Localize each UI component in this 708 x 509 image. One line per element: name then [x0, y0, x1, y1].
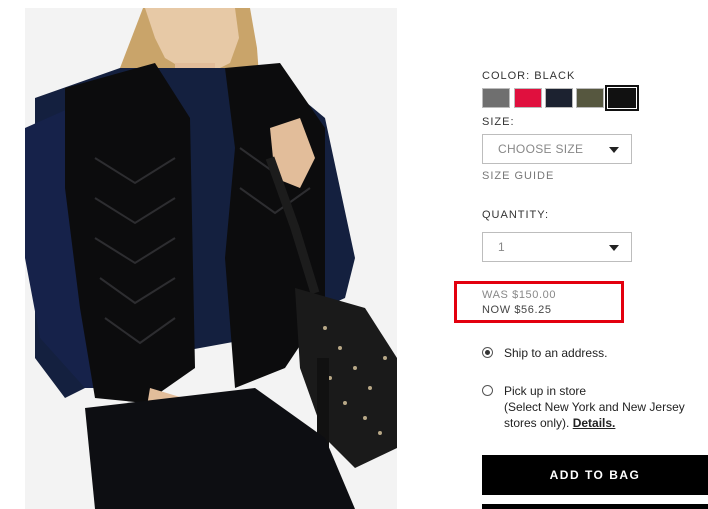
swatch-olive[interactable] [576, 88, 604, 108]
product-photo-illustration [25, 8, 397, 509]
pickup-label: Pick up in store [504, 384, 587, 398]
quantity-select-value: 1 [498, 240, 505, 254]
price-now: NOW $56.25 [482, 304, 552, 316]
quantity-label: QUANTITY: [482, 209, 550, 221]
price-was: WAS $150.00 [482, 289, 557, 301]
pickup-option-text: Pick up in store (Select New York and Ne… [504, 383, 704, 431]
details-link[interactable]: Details. [573, 416, 616, 430]
pickup-radio[interactable] [482, 385, 493, 396]
size-select-value: CHOOSE SIZE [498, 142, 584, 156]
swatch-grey[interactable] [482, 88, 510, 108]
ship-option-label: Ship to an address. [504, 346, 608, 360]
secondary-button[interactable] [482, 504, 708, 509]
ship-radio[interactable] [482, 347, 493, 358]
size-guide-link[interactable]: SIZE GUIDE [482, 170, 554, 182]
quantity-select[interactable]: 1 [482, 232, 632, 262]
product-image[interactable] [25, 8, 397, 509]
color-label: COLOR: BLACK [482, 70, 576, 82]
chevron-down-icon [609, 147, 619, 153]
swatch-navy[interactable] [545, 88, 573, 108]
size-select[interactable]: CHOOSE SIZE [482, 134, 632, 164]
size-label: SIZE: [482, 116, 515, 128]
swatch-red[interactable] [514, 88, 542, 108]
add-to-bag-button[interactable]: ADD TO BAG [482, 455, 708, 495]
swatch-black[interactable] [605, 85, 639, 111]
chevron-down-icon [609, 245, 619, 251]
product-options-panel: COLOR: BLACK SIZE: CHOOSE SIZE SIZE GUID… [454, 0, 708, 509]
price-highlight-box [454, 281, 624, 323]
radio-selected-dot [485, 350, 490, 355]
